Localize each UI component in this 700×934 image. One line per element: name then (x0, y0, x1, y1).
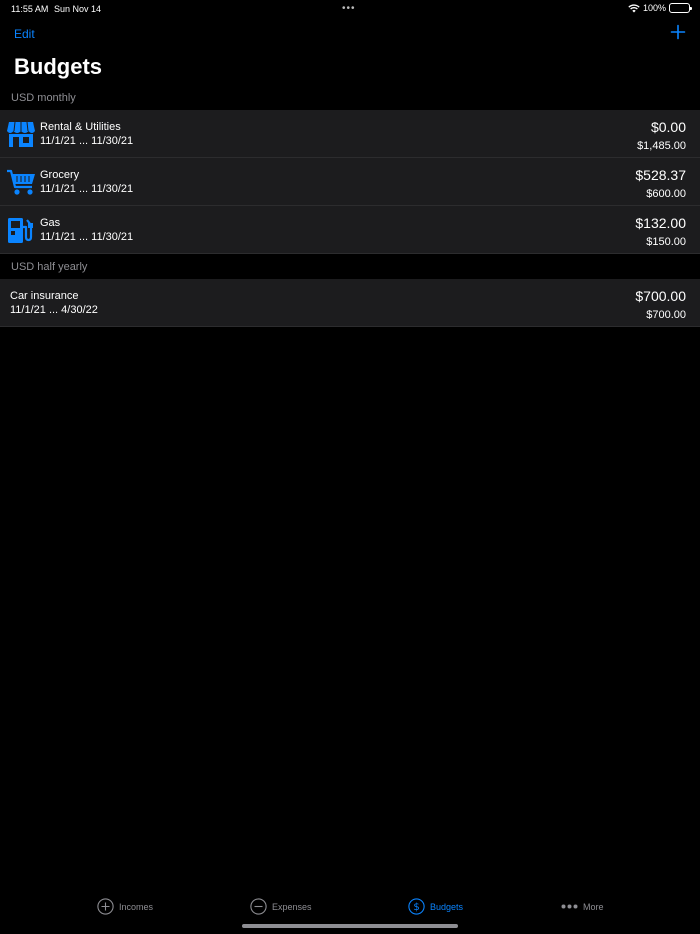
home-indicator[interactable] (242, 924, 458, 928)
budget-row-gas[interactable]: Gas 11/1/21 ... 11/30/21 $132.00 $150.00 (0, 206, 700, 254)
status-time: 11:55 AM (11, 4, 49, 14)
budget-title: Grocery (40, 169, 80, 181)
dollar-circle-icon: $ (408, 898, 425, 915)
budget-amount: $150.00 (646, 236, 686, 248)
budget-dates: 11/1/21 ... 11/30/21 (40, 231, 134, 243)
storefront-icon (6, 119, 36, 149)
budget-spent: $132.00 (635, 215, 686, 231)
minus-circle-icon (250, 898, 267, 915)
budget-dates: 11/1/21 ... 11/30/21 (40, 183, 134, 195)
budget-title: Rental & Utilities (40, 121, 121, 133)
status-right: 100% (628, 3, 692, 13)
wifi-icon (628, 3, 640, 13)
budget-amount: $1,485.00 (637, 140, 686, 152)
plus-circle-icon (97, 898, 114, 915)
page-title: Budgets (14, 54, 102, 79)
budget-spent: $528.37 (635, 167, 686, 183)
budget-dates: 11/1/21 ... 11/30/21 (40, 135, 134, 147)
multitasking-dots-icon[interactable]: ••• (342, 3, 356, 14)
budget-spent: $700.00 (635, 288, 686, 304)
tab-incomes[interactable]: Incomes (97, 898, 153, 915)
tab-budgets[interactable]: $ Budgets (408, 898, 463, 915)
budget-row-grocery[interactable]: Grocery 11/1/21 ... 11/30/21 $528.37 $60… (0, 158, 700, 206)
shopping-cart-icon (6, 167, 36, 197)
fuel-pump-icon (6, 215, 36, 245)
budget-spent: $0.00 (650, 119, 686, 135)
plus-icon (670, 24, 686, 40)
svg-text:$: $ (413, 902, 419, 913)
section-header-usd-monthly: USD monthly (11, 92, 76, 104)
edit-button[interactable]: Edit (14, 27, 35, 41)
battery-icon (669, 3, 692, 13)
budgets-screen: 11:55 AM Sun Nov 14 ••• 100% Edit Budget… (0, 0, 700, 934)
section-header-usd-half-yearly: USD half yearly (11, 261, 88, 273)
budget-dates: 11/1/21 ... 4/30/22 (10, 304, 98, 316)
tab-label: More (583, 901, 604, 912)
budget-title: Gas (40, 217, 61, 229)
budget-row-car-insurance[interactable]: Car insurance 11/1/21 ... 4/30/22 $700.0… (0, 279, 700, 327)
status-bar: 11:55 AM Sun Nov 14 ••• 100% (0, 0, 700, 18)
tab-label: Incomes (119, 901, 154, 912)
budget-row-rental-utilities[interactable]: Rental & Utilities 11/1/21 ... 11/30/21 … (0, 110, 700, 158)
more-dots-icon (561, 898, 578, 915)
budget-amount: $700.00 (646, 309, 686, 321)
add-budget-button[interactable] (670, 24, 686, 40)
budget-amount: $600.00 (646, 188, 686, 200)
budget-title: Car insurance (10, 290, 79, 302)
tab-expenses[interactable]: Expenses (250, 898, 312, 915)
tab-label: Expenses (272, 901, 312, 912)
tab-label: Budgets (430, 901, 464, 912)
battery-percent: 100% (642, 3, 666, 13)
tab-more[interactable]: More (561, 898, 604, 915)
status-date: Sun Nov 14 (54, 4, 102, 14)
